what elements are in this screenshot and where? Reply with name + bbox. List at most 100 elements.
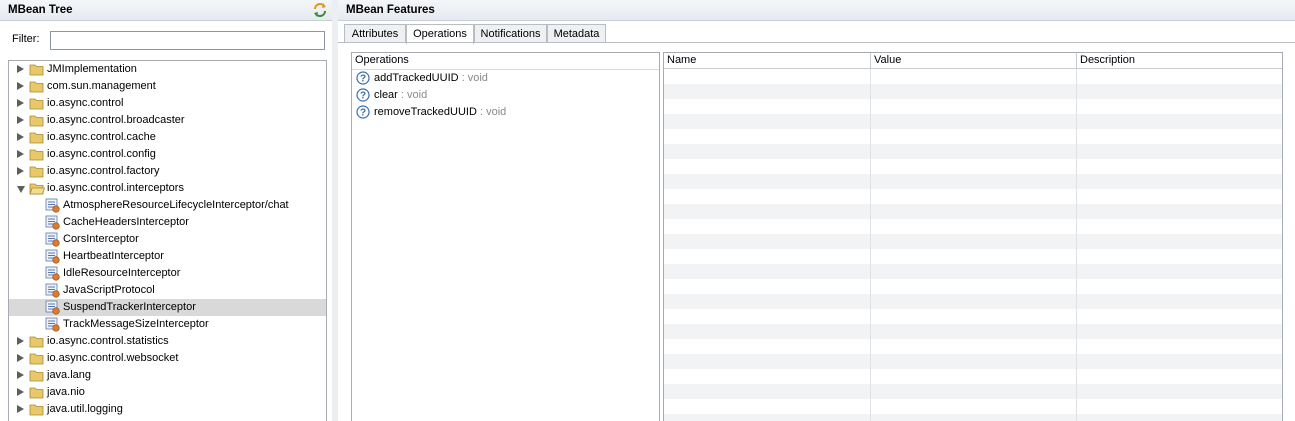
tree-folder-node[interactable]: com.sun.management (9, 78, 326, 95)
empty-table-row (664, 234, 1282, 249)
tree-folder-node[interactable]: io.async.control.websocket (9, 350, 326, 367)
help-circle-icon: ? (356, 71, 370, 85)
tree-folder-node[interactable]: java.nio (9, 384, 326, 401)
empty-table-row (664, 114, 1282, 129)
tree-mbean-node[interactable]: AtmosphereResourceLifecycleInterceptor/c… (9, 197, 326, 214)
empty-table-row (664, 174, 1282, 189)
folder-icon (29, 132, 44, 144)
operation-name: addTrackedUUID (374, 72, 459, 84)
tree-folder-node[interactable]: JMImplementation (9, 61, 326, 78)
tab-underline (338, 42, 1295, 43)
tree-folder-node[interactable]: io.async.control.factory (9, 163, 326, 180)
tree-node-label: io.async.control.broadcaster (47, 114, 185, 126)
operations-header: Operations (352, 53, 659, 70)
tree-folder-node[interactable]: io.async.control.statistics (9, 333, 326, 350)
expand-right-icon[interactable] (17, 354, 24, 362)
empty-table-row (664, 384, 1282, 399)
mbean-icon (45, 283, 60, 298)
tree-mbean-node[interactable]: SuspendTrackerInterceptor (9, 299, 326, 316)
tree-mbean-node[interactable]: JavaScriptProtocol (9, 282, 326, 299)
filter-label: Filter: (12, 33, 40, 45)
expand-right-icon[interactable] (17, 337, 24, 345)
mbean-tree[interactable]: JMImplementation com.sun.management io.asy… (8, 60, 327, 421)
expand-down-icon[interactable] (17, 186, 25, 193)
panel-splitter[interactable] (332, 0, 338, 421)
tree-mbean-node[interactable]: TrackMessageSizeInterceptor (9, 316, 326, 333)
tree-node-label: CorsInterceptor (63, 233, 139, 245)
mbean-tree-title: MBean Tree (0, 0, 332, 21)
tab-operations[interactable]: Operations (406, 24, 474, 44)
empty-table-row (664, 144, 1282, 159)
filter-input[interactable] (50, 31, 325, 50)
tab-metadata[interactable]: Metadata (547, 24, 606, 43)
empty-table-row (664, 414, 1282, 421)
operation-return-type: : void (397, 89, 428, 101)
operation-return-type: : void (476, 106, 507, 118)
column-header-value[interactable]: Value (870, 53, 1076, 69)
tree-folder-node[interactable]: java.util.logging (9, 401, 326, 418)
folder-icon (29, 336, 44, 348)
tree-node-label: io.async.control.cache (47, 131, 156, 143)
tree-mbean-node[interactable]: IdleResourceInterceptor (9, 265, 326, 282)
tab-notifications[interactable]: Notifications (474, 24, 547, 43)
operation-name: removeTrackedUUID (374, 106, 477, 118)
expand-right-icon[interactable] (17, 405, 24, 413)
tree-node-label: java.util.logging (47, 403, 123, 415)
expand-right-icon[interactable] (17, 150, 24, 158)
tree-mbean-node[interactable]: CacheHeadersInterceptor (9, 214, 326, 231)
tree-mbean-node[interactable]: CorsInterceptor (9, 231, 326, 248)
tree-node-label: io.async.control.statistics (47, 335, 169, 347)
expand-right-icon[interactable] (17, 371, 24, 379)
tree-folder-node[interactable]: io.async.control.config (9, 146, 326, 163)
empty-table-row (664, 264, 1282, 279)
operation-signature: clear : void (374, 87, 427, 104)
column-header-description[interactable]: Description (1076, 53, 1282, 69)
tree-folder-node[interactable]: io.async.control.broadcaster (9, 112, 326, 129)
mbean-icon (45, 249, 60, 264)
column-divider (1076, 69, 1077, 421)
empty-table-row (664, 204, 1282, 219)
tree-folder-node[interactable]: java.lang (9, 367, 326, 384)
empty-table-row (664, 354, 1282, 369)
tree-folder-node[interactable]: io.async.control.interceptors (9, 180, 326, 197)
expand-right-icon[interactable] (17, 167, 24, 175)
svg-text:?: ? (360, 108, 366, 119)
folder-icon (29, 64, 44, 76)
sync-icon[interactable] (312, 2, 328, 18)
tree-folder-node[interactable]: io.async.control.cache (9, 129, 326, 146)
mbean-features-title: MBean Features (338, 0, 1295, 21)
mbean-icon (45, 300, 60, 315)
operation-signature: addTrackedUUID : void (374, 70, 488, 87)
tree-node-label: JavaScriptProtocol (63, 284, 155, 296)
folder-icon (29, 81, 44, 93)
tree-node-label: java.nio (47, 386, 85, 398)
expand-right-icon[interactable] (17, 82, 24, 90)
tree-node-label: io.async.control.interceptors (47, 182, 184, 194)
column-header-name[interactable]: Name (664, 53, 870, 69)
column-divider (870, 69, 871, 421)
expand-right-icon[interactable] (17, 65, 24, 73)
operation-signature: removeTrackedUUID : void (374, 104, 506, 121)
tree-mbean-node[interactable]: HeartbeatInterceptor (9, 248, 326, 265)
tree-node-label: SuspendTrackerInterceptor (63, 301, 196, 313)
tree-node-label: com.sun.management (47, 80, 156, 92)
folder-icon (29, 370, 44, 382)
tab-attributes[interactable]: Attributes (344, 24, 406, 43)
parameters-table: Name Value Description (663, 52, 1283, 421)
tree-node-label: CacheHeadersInterceptor (63, 216, 189, 228)
empty-table-row (664, 84, 1282, 99)
folder-icon (29, 149, 44, 161)
expand-right-icon[interactable] (17, 133, 24, 141)
expand-right-icon[interactable] (17, 99, 24, 107)
expand-right-icon[interactable] (17, 388, 24, 396)
tree-folder-node[interactable]: io.async.control (9, 95, 326, 112)
help-circle-icon: ? (356, 105, 370, 119)
operations-list: Operations ? addTrackedUUID : void? clear … (351, 52, 660, 421)
tree-node-label: IdleResourceInterceptor (63, 267, 181, 279)
tree-node-label: io.async.control.config (47, 148, 156, 160)
tree-node-label: TrackMessageSizeInterceptor (63, 318, 209, 330)
expand-right-icon[interactable] (17, 116, 24, 124)
folder-icon (29, 387, 44, 399)
mbean-icon (45, 198, 60, 213)
mbean-icon (45, 232, 60, 247)
